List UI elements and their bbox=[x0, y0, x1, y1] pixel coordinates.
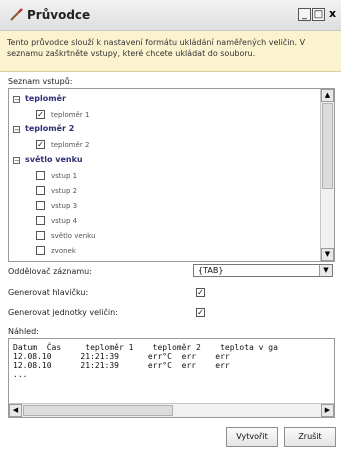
preview-box[interactable]: Datum Čas teploměr 1 teploměr 2 teplota … bbox=[8, 338, 335, 418]
minimize-button[interactable]: _ bbox=[298, 8, 311, 21]
scroll-thumb[interactable] bbox=[322, 103, 333, 189]
separator-select[interactable]: {TAB} ▼ bbox=[193, 264, 333, 277]
generate-units-checkbox[interactable]: ✓ bbox=[196, 308, 205, 317]
preview-line: ... bbox=[13, 370, 28, 379]
close-button[interactable]: x bbox=[326, 8, 339, 21]
info-banner: Tento průvodce slouží k nastavení formát… bbox=[0, 31, 341, 72]
separator-label: Oddělovač záznamu: bbox=[8, 267, 92, 276]
scroll-right-icon[interactable]: ▶ bbox=[321, 404, 334, 417]
collapse-icon[interactable]: − bbox=[13, 126, 20, 134]
preview-label: Náhled: bbox=[8, 327, 39, 336]
preview-text: Datum Čas teploměr 1 teploměr 2 teplota … bbox=[13, 343, 278, 379]
preview-horizontal-scrollbar[interactable]: ◀ ▶ bbox=[9, 403, 334, 417]
wizard-window: Průvodce _ □ x Tento průvodce slouží k n… bbox=[0, 0, 341, 457]
checkbox-vstup-3[interactable] bbox=[36, 201, 45, 210]
title-bar[interactable]: Průvodce _ □ x bbox=[0, 0, 341, 31]
scroll-thumb[interactable] bbox=[23, 405, 173, 416]
preview-line: 12.08.10 21:21:39 err°C err err bbox=[13, 361, 230, 370]
collapse-icon[interactable]: − bbox=[13, 96, 20, 104]
preview-line: Datum Čas teploměr 1 teploměr 2 teplota … bbox=[13, 343, 278, 352]
banner-text: Tento průvodce slouží k nastavení formát… bbox=[7, 38, 306, 58]
checkbox-teplomer-1[interactable]: ✓ bbox=[36, 110, 45, 119]
checkbox-vstup-4[interactable] bbox=[36, 216, 45, 225]
inputs-list-label: Seznam vstupů: bbox=[8, 77, 73, 86]
tree-vertical-scrollbar[interactable]: ▲ ▼ bbox=[320, 89, 334, 261]
wand-icon bbox=[10, 8, 23, 21]
scroll-down-icon[interactable]: ▼ bbox=[321, 248, 334, 261]
generate-units-label: Generovat jednotky veličin: bbox=[8, 308, 118, 317]
tree-item-svetlo-venku[interactable]: světlo venku bbox=[51, 232, 95, 240]
checkbox-svetlo-venku[interactable] bbox=[36, 231, 45, 240]
chevron-down-icon[interactable]: ▼ bbox=[319, 265, 332, 276]
tree-item-vstup-4[interactable]: vstup 4 bbox=[51, 217, 77, 225]
separator-value: {TAB} bbox=[198, 266, 224, 275]
cancel-button[interactable]: Zrušit bbox=[284, 427, 336, 447]
tree-item-vstup-3[interactable]: vstup 3 bbox=[51, 202, 77, 210]
generate-header-checkbox[interactable]: ✓ bbox=[196, 288, 205, 297]
scroll-up-icon[interactable]: ▲ bbox=[321, 89, 334, 102]
checkbox-vstup-1[interactable] bbox=[36, 171, 45, 180]
tree-group-teplomer[interactable]: teploměr bbox=[25, 94, 66, 103]
tree-group-svetlo-venku[interactable]: světlo venku bbox=[25, 155, 83, 164]
create-button[interactable]: Vytvořit bbox=[226, 427, 278, 447]
tree-item-vstup-2[interactable]: vstup 2 bbox=[51, 187, 77, 195]
checkbox-vstup-2[interactable] bbox=[36, 186, 45, 195]
checkbox-teplomer-2[interactable]: ✓ bbox=[36, 140, 45, 149]
checkbox-zvonek[interactable] bbox=[36, 246, 45, 255]
inputs-tree[interactable]: − teploměr ✓ teploměr 1 − teploměr 2 ✓ t… bbox=[8, 88, 335, 262]
collapse-icon[interactable]: − bbox=[13, 157, 20, 165]
scroll-left-icon[interactable]: ◀ bbox=[9, 404, 22, 417]
maximize-button[interactable]: □ bbox=[312, 8, 325, 21]
tree-item-teplomer-1[interactable]: teploměr 1 bbox=[51, 111, 89, 119]
generate-header-label: Generovat hlavičku: bbox=[8, 288, 89, 297]
tree-item-vstup-1[interactable]: vstup 1 bbox=[51, 172, 77, 180]
preview-line: 12.08.10 21:21:39 err°C err err bbox=[13, 352, 230, 361]
tree-item-zvonek[interactable]: zvonek bbox=[51, 247, 76, 255]
window-title: Průvodce bbox=[27, 8, 91, 22]
tree-item-teplomer-2[interactable]: teploměr 2 bbox=[51, 141, 89, 149]
tree-group-teplomer-2[interactable]: teploměr 2 bbox=[25, 124, 74, 133]
